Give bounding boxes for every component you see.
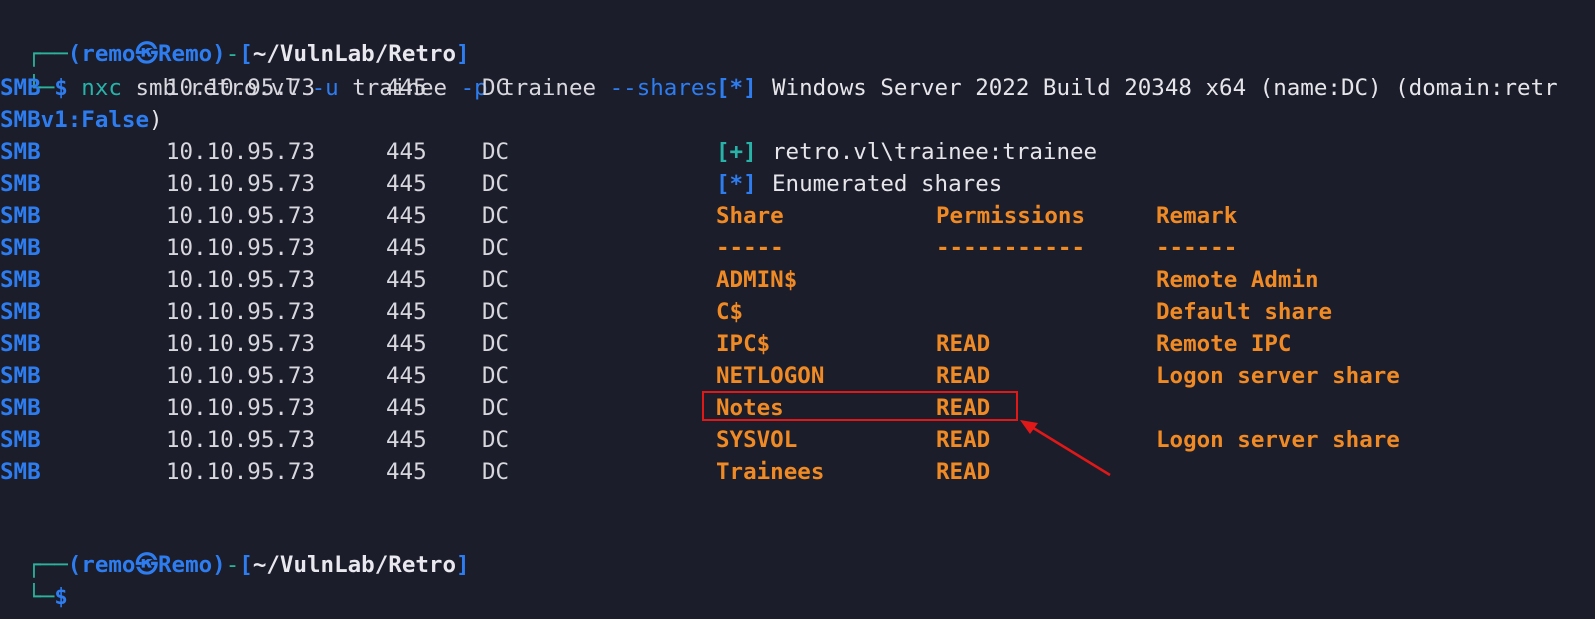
command-line[interactable]: └─$ nxc smb retro.vl -u trainee -p train… [0, 40, 718, 101]
banner-wrap: SMBv1:False [0, 107, 150, 133]
share-remark: Logon server share [1156, 363, 1400, 389]
share-permission: READ [936, 427, 991, 453]
share-name: Trainees [716, 459, 825, 485]
row-port: 445 [386, 331, 427, 357]
share-name: ADMIN$ [716, 267, 798, 293]
command-option: --shares [609, 75, 718, 101]
prompt-line-top: ┌──(remo㉿Remo)-[~/VulnLab/Retro] [27, 41, 470, 67]
row-proto: SMB [0, 75, 41, 101]
row-port: 445 [386, 395, 427, 421]
status-star-tag: [*] [716, 75, 757, 101]
header-share: Share [716, 203, 784, 229]
command-pass-value: trainee [501, 75, 597, 101]
row-ip: 10.10.95.73 [166, 363, 316, 389]
row-host: DC [482, 459, 510, 485]
notes-highlight-box [702, 391, 1018, 421]
share-remark: Remote Admin [1156, 267, 1319, 293]
row-host: DC [482, 427, 510, 453]
row-host: DC [482, 75, 510, 101]
row-host: DC [482, 363, 510, 389]
banner-text: Windows Server 2022 Build 20348 x64 (nam… [772, 75, 1558, 101]
row-ip: 10.10.95.73 [166, 139, 316, 165]
row-ip: 10.10.95.73 [166, 459, 316, 485]
enum-text: Enumerated shares [772, 171, 1003, 197]
row-ip: 10.10.95.73 [166, 427, 316, 453]
share-name: IPC$ [716, 331, 771, 357]
row-port: 445 [386, 267, 427, 293]
prompt-line-top-2: ┌──(remo㉿Remo)-[~/VulnLab/Retro] [27, 552, 470, 578]
banner-wrap-line: SMBv1:False) [0, 107, 163, 133]
row-port: 445 [386, 171, 427, 197]
share-permission: READ [936, 363, 991, 389]
row-port: 445 [386, 299, 427, 325]
row-proto: SMB [0, 203, 41, 229]
row-host: DC [482, 267, 510, 293]
share-name: C$ [716, 299, 744, 325]
row-proto: SMB [0, 331, 41, 357]
row-ip: 10.10.95.73 [166, 331, 316, 357]
command-binary: nxc [81, 75, 122, 101]
row-proto: SMB [0, 363, 41, 389]
row-port: 445 [386, 203, 427, 229]
row-host: DC [482, 331, 510, 357]
share-remark: Remote IPC [1156, 331, 1292, 357]
header-permissions: Permissions [936, 203, 1086, 229]
row-proto: SMB [0, 299, 41, 325]
row-port: 445 [386, 427, 427, 453]
separator-share: ----- [716, 235, 784, 261]
row-proto: SMB [0, 235, 41, 261]
separator-permissions: ----------- [936, 235, 1086, 261]
separator-remark: ------ [1156, 235, 1238, 261]
row-host: DC [482, 299, 510, 325]
row-proto: SMB [0, 267, 41, 293]
row-port: 445 [386, 363, 427, 389]
command-line-2[interactable]: └─$ [0, 549, 68, 610]
row-ip: 10.10.95.73 [166, 299, 316, 325]
status-plus-tag: [+] [716, 139, 757, 165]
row-proto: SMB [0, 171, 41, 197]
row-ip: 10.10.95.73 [166, 235, 316, 261]
row-proto: SMB [0, 139, 41, 165]
row-proto: SMB [0, 395, 41, 421]
prompt-dollar: $ [54, 75, 68, 101]
status-star-tag: [*] [716, 171, 757, 197]
share-permission: READ [936, 459, 991, 485]
command-user-flag: -u [311, 75, 339, 101]
row-ip: 10.10.95.73 [166, 171, 316, 197]
row-port: 445 [386, 75, 427, 101]
row-host: DC [482, 139, 510, 165]
header-remark: Remark [1156, 203, 1238, 229]
row-host: DC [482, 235, 510, 261]
share-remark: Default share [1156, 299, 1333, 325]
row-host: DC [482, 171, 510, 197]
share-name: SYSVOL [716, 427, 798, 453]
row-port: 445 [386, 235, 427, 261]
share-name: NETLOGON [716, 363, 825, 389]
skull-icon: ㉿ [135, 552, 158, 578]
auth-text: retro.vl\trainee:trainee [772, 139, 1098, 165]
row-ip: 10.10.95.73 [166, 203, 316, 229]
share-remark: Logon server share [1156, 427, 1400, 453]
row-host: DC [482, 203, 510, 229]
row-proto: SMB [0, 427, 41, 453]
row-ip: 10.10.95.73 [166, 75, 316, 101]
row-port: 445 [386, 139, 427, 165]
row-ip: 10.10.95.73 [166, 395, 316, 421]
share-permission: READ [936, 331, 991, 357]
row-host: DC [482, 395, 510, 421]
row-port: 445 [386, 459, 427, 485]
row-proto: SMB [0, 459, 41, 485]
row-ip: 10.10.95.73 [166, 267, 316, 293]
